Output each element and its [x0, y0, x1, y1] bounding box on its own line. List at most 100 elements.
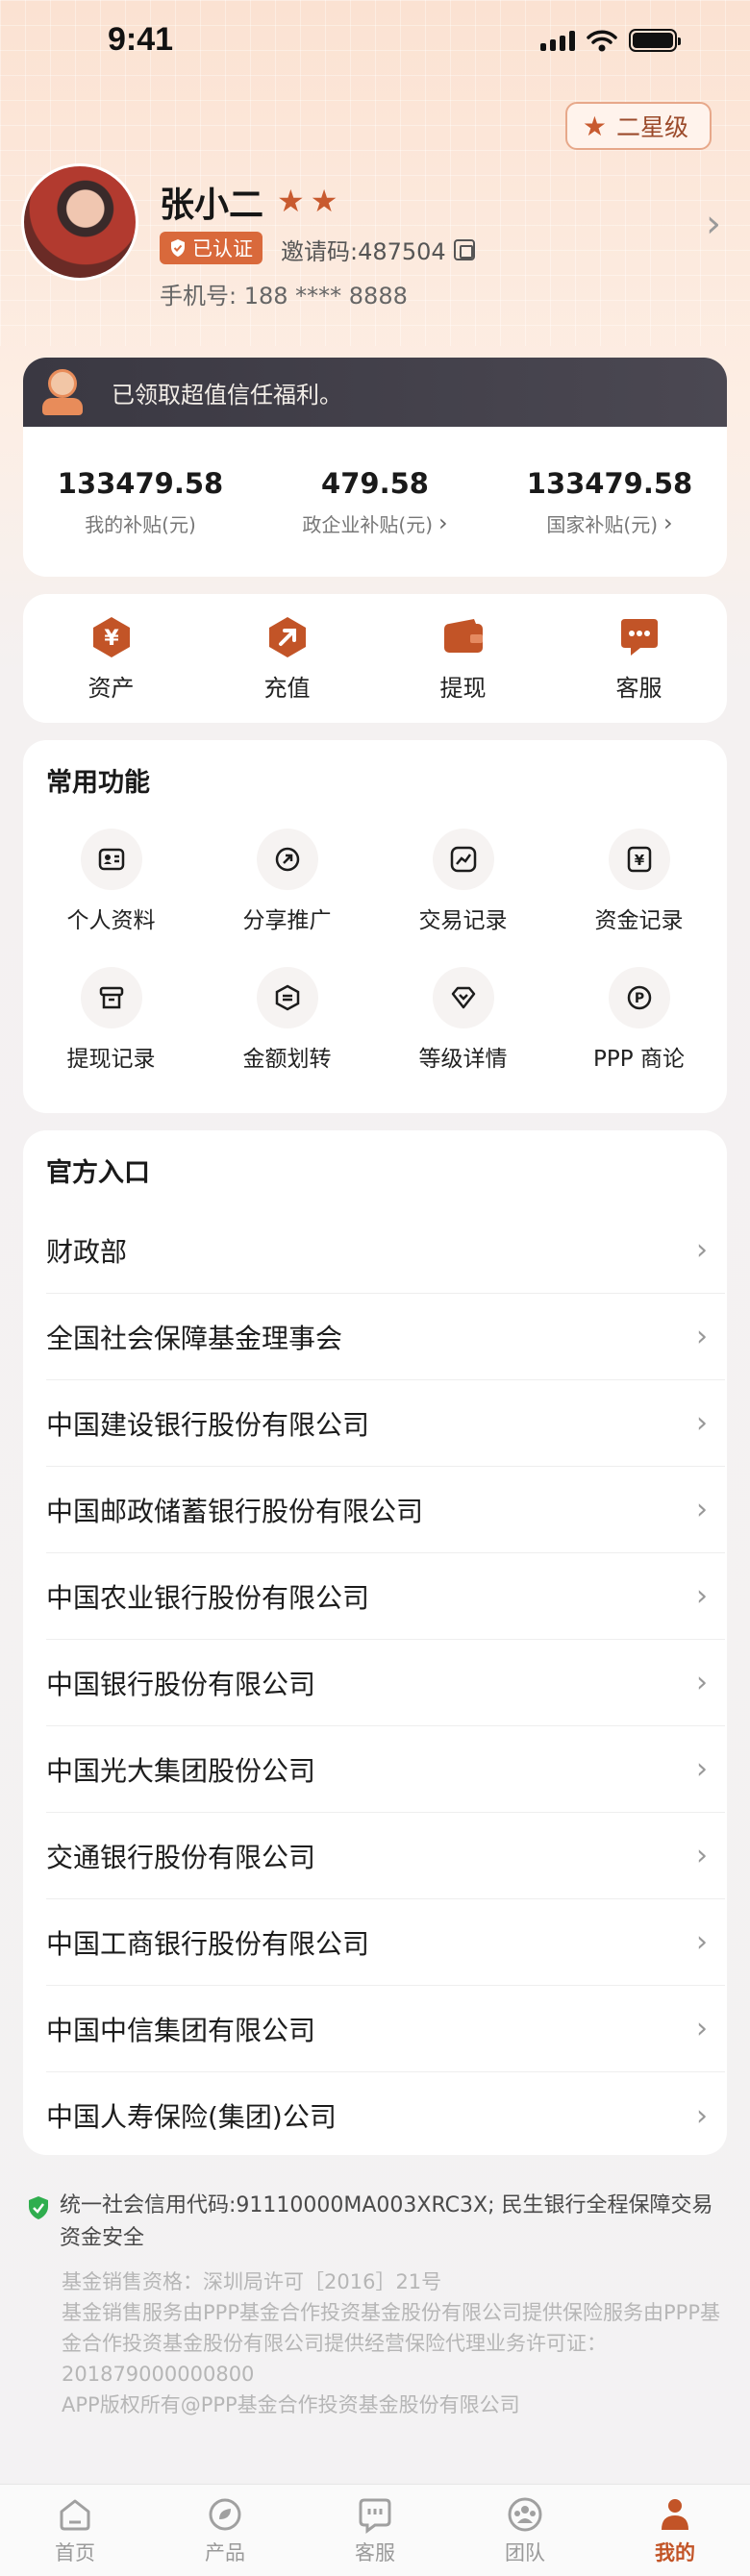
id-card-icon — [80, 829, 142, 890]
verified-badge: 已认证 — [160, 232, 262, 264]
tab-bar: 首页 产品 客服 团队 我的 — [0, 2484, 750, 2576]
list-item-label: 中国工商银行股份有限公司 — [46, 1927, 370, 1960]
withdraw-icon — [80, 967, 142, 1028]
list-item[interactable]: 中国农业银行股份有限公司 › — [46, 1553, 725, 1640]
action-label: 提现 — [439, 674, 487, 702]
func-profile[interactable]: 个人资料 — [23, 829, 199, 934]
list-item[interactable]: 中国邮政储蓄银行股份有限公司 › — [46, 1467, 725, 1553]
copy-icon[interactable] — [453, 238, 475, 260]
chevron-right-icon: › — [696, 1666, 708, 1699]
invite-code-text: 邀请码:487504 — [281, 238, 446, 265]
func-label: 分享推广 — [242, 908, 332, 933]
stat-value: 133479.58 — [57, 466, 224, 500]
wifi-icon — [587, 30, 617, 52]
action-service[interactable]: 客服 — [551, 594, 727, 723]
func-label: PPP 商论 — [593, 1047, 685, 1072]
func-share[interactable]: 分享推广 — [199, 829, 375, 934]
shield-icon — [29, 2196, 48, 2219]
func-level[interactable]: 等级详情 — [375, 967, 551, 1073]
func-transactions[interactable]: 交易记录 — [375, 829, 551, 934]
chevron-right-icon: › — [696, 1839, 708, 1872]
svg-text:¥: ¥ — [634, 852, 644, 869]
tab-label: 首页 — [55, 2540, 95, 2564]
svg-text:P: P — [634, 991, 643, 1006]
diamond-icon — [432, 967, 494, 1028]
action-recharge[interactable]: 充值 — [199, 594, 375, 723]
level-badge[interactable]: ★ 二星级 — [564, 102, 712, 150]
product-icon — [209, 2498, 241, 2530]
stat-label: 政企业补贴(元) › — [302, 509, 448, 536]
avatar[interactable] — [21, 163, 138, 281]
func-funds[interactable]: ¥ 资金记录 — [551, 829, 727, 934]
mascot-icon — [38, 367, 87, 417]
credit-text: 统一社会信用代码:91110000MA003XRC3X; 民生银行全程保障交易资… — [60, 2193, 713, 2250]
chevron-right-icon[interactable]: › — [706, 202, 721, 246]
tab-product[interactable]: 产品 — [150, 2485, 300, 2576]
action-withdraw[interactable]: 提现 — [375, 594, 551, 723]
action-label: 充值 — [263, 674, 311, 702]
stat-national-subsidy[interactable]: 133479.58 国家补贴(元) › — [492, 427, 727, 577]
list-item-label: 中国银行股份有限公司 — [46, 1668, 316, 1700]
list-item-label: 全国社会保障基金理事会 — [46, 1322, 343, 1354]
chart-icon — [432, 829, 494, 890]
section-title: 常用功能 — [46, 768, 150, 798]
legal-line: 基金销售服务由PPP基金合作投资基金股份有限公司提供保险服务由PPP基金合作投资… — [62, 2301, 720, 2386]
user-name: 张小二 — [160, 186, 264, 225]
subsidy-card: 已领取超值信任福利。 133479.58 我的补贴(元) 479.58 政企业补… — [23, 358, 727, 577]
tab-home[interactable]: 首页 — [0, 2485, 150, 2576]
tab-team[interactable]: 团队 — [450, 2485, 600, 2576]
battery-icon — [629, 29, 681, 52]
list-item[interactable]: 中国建设银行股份有限公司 › — [46, 1380, 725, 1467]
status-bar: 9:41 — [0, 0, 750, 85]
list-item[interactable]: 财政部 › — [46, 1207, 725, 1294]
list-item-label: 中国中信集团有限公司 — [46, 2014, 316, 2046]
func-withdraw-records[interactable]: 提现记录 — [23, 967, 199, 1073]
tab-service[interactable]: 客服 — [300, 2485, 450, 2576]
signal-icon — [540, 30, 575, 51]
chevron-right-icon: › — [696, 1752, 708, 1786]
legal-line: 基金销售资格：深圳局许可［2016］21号 — [62, 2270, 442, 2293]
chevron-right-icon: › — [696, 1320, 708, 1353]
func-label: 提现记录 — [66, 1047, 156, 1072]
action-asset[interactable]: ¥ 资产 — [23, 594, 199, 723]
stat-label: 我的补贴(元) — [85, 512, 196, 536]
home-icon — [60, 2499, 90, 2530]
quick-actions-card: ¥ 资产 充值 提现 客服 — [23, 594, 727, 723]
list-item[interactable]: 中国光大集团股份公司 › — [46, 1726, 725, 1813]
wallet-icon — [441, 615, 486, 659]
verified-label: 已认证 — [192, 237, 253, 260]
stat-enterprise-subsidy[interactable]: 479.58 政企业补贴(元) › — [258, 427, 492, 577]
tab-profile[interactable]: 我的 — [600, 2485, 750, 2576]
list-item[interactable]: 中国中信集团有限公司 › — [46, 1986, 725, 2072]
status-icons — [540, 29, 681, 52]
list-item[interactable]: 中国人寿保险(集团)公司 › — [46, 2072, 725, 2155]
tab-label: 我的 — [655, 2540, 695, 2564]
star-icon: ★ — [310, 183, 338, 219]
user-stars: ★ ★ — [277, 183, 338, 219]
list-item-label: 中国农业银行股份有限公司 — [46, 1581, 370, 1614]
status-time: 9:41 — [108, 21, 174, 58]
list-item[interactable]: 全国社会保障基金理事会 › — [46, 1294, 725, 1380]
share-icon — [256, 829, 318, 890]
action-label: 资产 — [88, 674, 135, 702]
service-icon — [359, 2498, 391, 2534]
func-ppp[interactable]: P PPP 商论 — [551, 967, 727, 1073]
list-item[interactable]: 中国银行股份有限公司 › — [46, 1640, 725, 1726]
function-grid: 个人资料 分享推广 交易记录 ¥ 资金记录 提现记录 金额划转 等级详情 P P… — [23, 829, 727, 1073]
profile-icon — [662, 2498, 688, 2530]
team-icon — [508, 2497, 542, 2531]
footer: 统一社会信用代码:91110000MA003XRC3X; 民生银行全程保障交易资… — [27, 2190, 729, 2420]
recharge-icon — [265, 615, 310, 659]
func-label: 金额划转 — [242, 1047, 332, 1072]
func-label: 资金记录 — [594, 908, 684, 933]
list-item-label: 中国光大集团股份公司 — [46, 1754, 316, 1787]
official-list: 财政部 › 全国社会保障基金理事会 › 中国建设银行股份有限公司 › 中国邮政储蓄银行… — [46, 1207, 725, 2155]
func-transfer[interactable]: 金额划转 — [199, 967, 375, 1073]
list-item[interactable]: 中国工商银行股份有限公司 › — [46, 1899, 725, 1986]
chevron-right-icon: › — [696, 1925, 708, 1959]
chevron-right-icon: › — [696, 1406, 708, 1440]
transfer-icon — [256, 967, 318, 1028]
list-item[interactable]: 交通银行股份有限公司 › — [46, 1813, 725, 1899]
footer-credit: 统一社会信用代码:91110000MA003XRC3X; 民生银行全程保障交易资… — [27, 2190, 729, 2255]
tab-label: 产品 — [205, 2540, 245, 2564]
